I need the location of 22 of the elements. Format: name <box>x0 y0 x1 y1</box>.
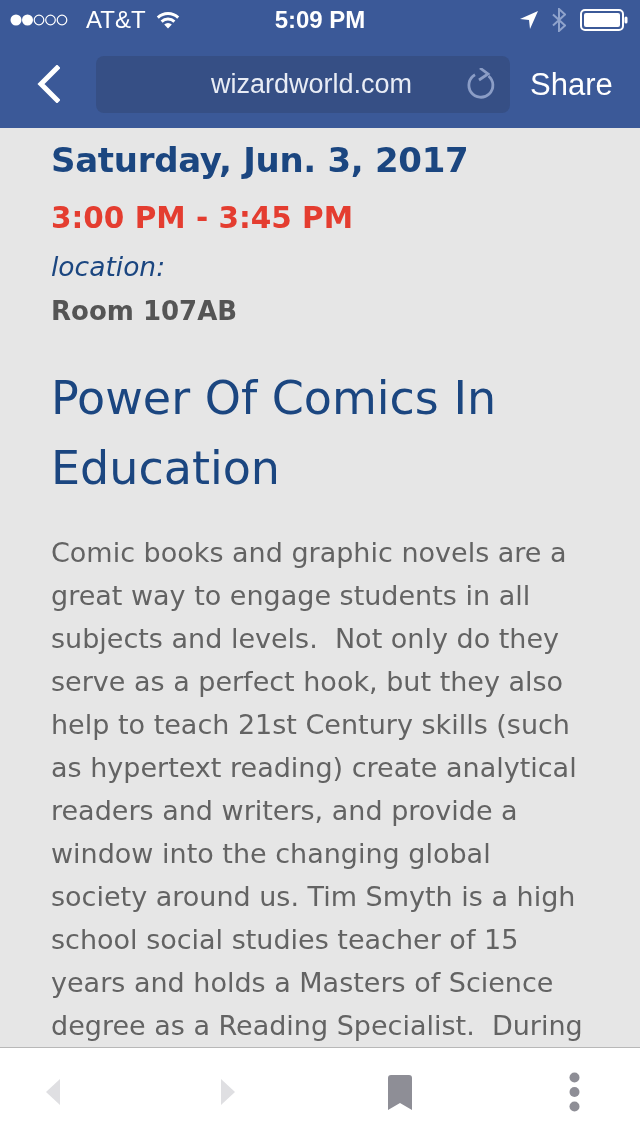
bluetooth-icon <box>552 8 566 32</box>
more-icon <box>568 1072 580 1112</box>
session-title: Power Of Comics In Education <box>51 370 498 497</box>
reload-icon <box>466 68 496 100</box>
address-field[interactable]: wizardworld.com <box>96 55 510 113</box>
wifi-icon <box>155 11 180 29</box>
signal-strength-icon <box>10 14 68 26</box>
session-description: Comic books and graphic novels are a great way to engage students in all subjects and levels. Not only do they serve as a perfect hook, but they also help to teach 21st Century skills (such as hypertext reading) create analytical readers and writers, and provide a window into the changing global society around us. Tim Smyth is a high school social studies teacher of 15 years and holds a Masters of Science degree as a Reading Specialist. During <box>51 536 584 1043</box>
carrier-name: AT&T <box>86 8 146 32</box>
battery-icon <box>580 9 628 31</box>
chevron-left-icon <box>36 65 60 103</box>
url-text: wizardworld.com <box>211 67 413 101</box>
share-button[interactable]: Share <box>530 68 613 100</box>
bookmark-icon <box>388 1074 412 1110</box>
clock-time: 5:09 PM <box>274 8 366 32</box>
location-arrow-icon <box>520 11 538 29</box>
location-label: location: <box>51 250 167 284</box>
triangle-right-icon <box>221 1079 235 1105</box>
triangle-left-icon <box>46 1079 60 1105</box>
session-date: Saturday, Jun. 3, 2017 <box>51 139 470 182</box>
location-name: Room 107AB <box>51 295 239 328</box>
session-time: 3:00 PM - 3:45 PM <box>51 200 355 237</box>
